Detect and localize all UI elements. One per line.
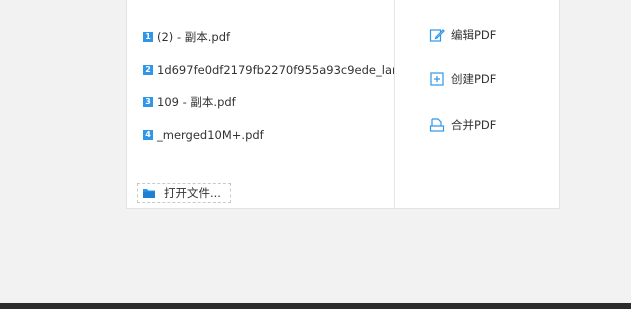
recent-file-item[interactable]: 4 _merged10M+.pdf bbox=[143, 126, 264, 144]
folder-icon bbox=[142, 187, 156, 199]
open-file-button[interactable]: 打开文件... bbox=[137, 183, 231, 203]
recent-file-number: 1 bbox=[143, 32, 153, 42]
recent-file-item[interactable]: 2 1d697fe0df2179fb2270f955a93c9ede_large… bbox=[143, 61, 394, 79]
home-panel: 1 (2) - 副本.pdf 2 1d697fe0df2179fb2270f95… bbox=[126, 0, 560, 209]
merge-icon bbox=[429, 117, 445, 133]
merge-pdf-button[interactable]: 合并PDF bbox=[429, 115, 496, 135]
merge-pdf-label: 合并PDF bbox=[451, 118, 497, 132]
bottom-bar bbox=[0, 303, 631, 309]
recent-file-name: 109 - 副本.pdf bbox=[157, 95, 236, 109]
recent-file-item[interactable]: 1 (2) - 副本.pdf bbox=[143, 28, 230, 46]
open-file-label: 打开文件... bbox=[164, 186, 221, 200]
recent-file-name: (2) - 副本.pdf bbox=[157, 30, 231, 44]
recent-file-item[interactable]: 3 109 - 副本.pdf bbox=[143, 93, 236, 111]
edit-pdf-label: 编辑PDF bbox=[451, 28, 497, 42]
plus-box-icon bbox=[429, 71, 445, 87]
create-pdf-button[interactable]: 创建PDF bbox=[429, 69, 496, 89]
recent-file-number: 3 bbox=[143, 97, 153, 107]
create-pdf-label: 创建PDF bbox=[451, 72, 497, 86]
edit-icon bbox=[429, 27, 445, 43]
edit-pdf-button[interactable]: 编辑PDF bbox=[429, 25, 496, 45]
actions-column: 编辑PDF 创建PDF 合并PDF bbox=[395, 0, 559, 208]
recent-file-number: 2 bbox=[143, 65, 153, 75]
recent-file-name: _merged10M+.pdf bbox=[157, 128, 264, 142]
recent-file-name: 1d697fe0df2179fb2270f955a93c9ede_large_c bbox=[157, 63, 394, 77]
recent-files-list: 1 (2) - 副本.pdf 2 1d697fe0df2179fb2270f95… bbox=[127, 0, 394, 208]
recent-file-number: 4 bbox=[143, 130, 153, 140]
